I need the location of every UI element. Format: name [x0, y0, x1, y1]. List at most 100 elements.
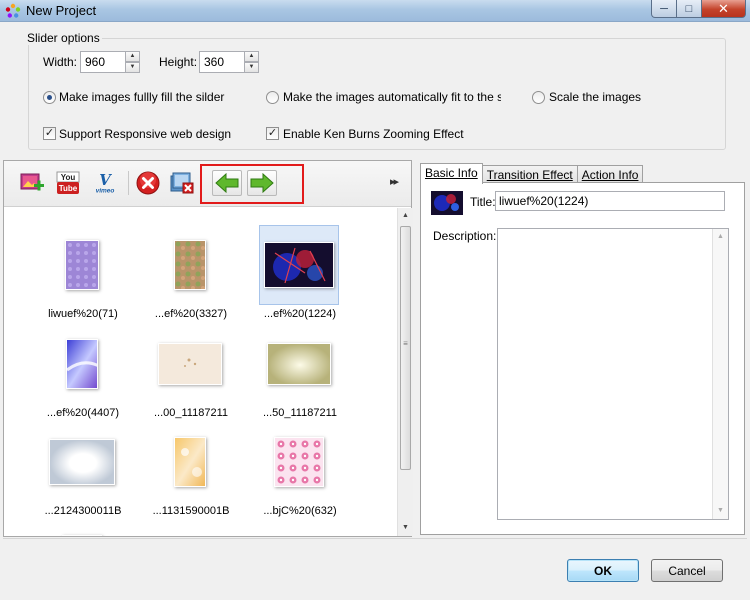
fill-radio-label[interactable]: Make images fullly fill the silder [59, 90, 224, 104]
title-label: Title: [470, 195, 496, 209]
width-up-arrow-icon[interactable]: ▲ [125, 51, 140, 62]
maximize-button[interactable]: □ [677, 0, 702, 18]
thumbnail-image [49, 439, 115, 485]
thumbnail-item[interactable]: ...50_11187211 [259, 324, 341, 419]
height-spinner[interactable]: ▲ ▼ [199, 51, 259, 73]
thumbnail-item-partial[interactable] [42, 520, 124, 536]
tab-action-info-label: Action Info [581, 168, 639, 182]
thumbnail-item[interactable]: ...00_11187211 [150, 324, 232, 419]
title-field[interactable] [495, 191, 725, 211]
thumbnail-item[interactable]: ...ef%20(3327) [150, 225, 232, 320]
scroll-down-icon[interactable]: ▼ [398, 520, 413, 536]
title-bar: New Project ─ □ ✕ [0, 0, 750, 22]
thumbnail-item[interactable]: liwuef%20(71) [42, 225, 124, 320]
height-up-arrow-icon[interactable]: ▲ [244, 51, 259, 62]
fit-radio-label[interactable]: Make the images automatically fit to the… [283, 90, 501, 104]
thumbnail-image [65, 240, 99, 290]
toolbar-more-icon[interactable]: ▸▸ [390, 175, 399, 188]
delete-icon [136, 171, 160, 195]
thumbnail-item[interactable]: ...2124300011B [42, 422, 124, 517]
kenburns-checkbox-label[interactable]: Enable Ken Burns Zooming Effect [283, 127, 464, 141]
delete-button[interactable] [135, 170, 161, 196]
responsive-checkbox[interactable]: ✓ [43, 127, 56, 140]
thumbnail-image [174, 240, 206, 290]
remove-all-icon [170, 172, 194, 194]
move-left-button[interactable] [212, 170, 242, 196]
thumbnail-item[interactable]: ...bjC%20(632) [259, 422, 341, 517]
scale-radio-label[interactable]: Scale the images [549, 90, 641, 104]
minimize-button[interactable]: ─ [651, 0, 677, 18]
youtube-icon: You Tube [56, 171, 80, 194]
description-label: Description: [433, 229, 497, 243]
cancel-button[interactable]: Cancel [651, 559, 723, 582]
vimeo-word-text: vimeo [96, 187, 115, 194]
tab-basic-info-label: Basic Info [425, 166, 478, 180]
width-input[interactable] [81, 52, 125, 72]
width-down-arrow-icon[interactable]: ▼ [125, 62, 140, 73]
basic-info-panel: Title: Description: ▲ ▼ [420, 182, 745, 535]
scroll-up-icon[interactable]: ▲ [398, 208, 413, 224]
add-youtube-button[interactable]: You Tube [55, 170, 81, 196]
scrollbar-thumb[interactable]: ≡ [400, 226, 411, 470]
thumbnail-image [264, 242, 334, 288]
height-input[interactable] [200, 52, 244, 72]
thumbnail-image [274, 437, 324, 487]
thumbnail-label: ...ef%20(4407) [46, 407, 120, 419]
tab-transition-effect-label: Transition Effect [486, 168, 573, 182]
dialog-footer: OK Cancel [3, 538, 747, 597]
height-down-arrow-icon[interactable]: ▼ [244, 62, 259, 73]
fit-radio[interactable] [266, 91, 279, 104]
thumbnail-item[interactable]: ...1131590001B [150, 422, 232, 517]
vimeo-v-text: V [99, 171, 112, 189]
thumbnail-item[interactable]: ...ef%20(4407) [42, 324, 124, 419]
slider-options-legend: Slider options [25, 31, 102, 45]
remove-all-button[interactable] [169, 170, 195, 196]
thumbnail-image [267, 343, 331, 385]
thumbnail-image [158, 343, 222, 385]
scrollbar-grip-icon: ≡ [403, 339, 408, 348]
description-scrollbar[interactable]: ▲ ▼ [712, 229, 728, 519]
responsive-checkbox-label[interactable]: Support Responsive web design [59, 127, 231, 141]
thumbnail-grid: liwuef%20(71) ...ef%20(3327) ...ef%20(12… [4, 208, 397, 536]
desc-scroll-up-icon[interactable]: ▲ [713, 229, 728, 245]
app-logo-icon [5, 3, 21, 18]
thumbnail-image [66, 339, 98, 389]
scale-radio[interactable] [532, 91, 545, 104]
window-title: New Project [26, 3, 97, 18]
tab-basic-info[interactable]: Basic Info [420, 163, 483, 184]
add-image-icon [20, 173, 44, 191]
vimeo-icon: V vimeo [96, 171, 115, 194]
maximize-icon: □ [685, 2, 693, 15]
move-right-button[interactable] [247, 170, 277, 196]
close-button[interactable]: ✕ [702, 0, 746, 18]
kenburns-checkbox[interactable]: ✓ [266, 127, 279, 140]
move-left-icon [215, 173, 239, 193]
close-icon: ✕ [718, 0, 729, 16]
title-input[interactable] [496, 192, 724, 210]
toolbar-separator [128, 171, 129, 195]
thumbnail-item-selected[interactable]: ...ef%20(1224) [259, 225, 341, 320]
add-image-button[interactable] [19, 170, 45, 196]
width-label: Width: [43, 55, 78, 69]
image-list-pane: You Tube V vimeo ▸▸ liwuef%20(71) ...ef%… [3, 160, 413, 537]
move-right-icon [250, 173, 274, 193]
add-vimeo-button[interactable]: V vimeo [92, 170, 118, 196]
youtube-tube-text: Tube [59, 184, 78, 193]
thumbnail-scrollbar[interactable]: ▲ ≡ ▼ [397, 208, 413, 536]
desc-scroll-down-icon[interactable]: ▼ [713, 503, 728, 519]
ok-button[interactable]: OK [567, 559, 639, 582]
properties-tabs: Basic Info Transition Effect Action Info [420, 163, 644, 184]
height-label: Height: [159, 55, 198, 69]
fill-radio[interactable] [43, 91, 56, 104]
thumbnail-label: ...bjC%20(632) [263, 505, 337, 517]
thumbnail-label: ...00_11187211 [153, 407, 228, 419]
thumbnail-label: liwuef%20(71) [48, 308, 118, 320]
minimize-icon: ─ [660, 2, 668, 15]
width-spinner[interactable]: ▲ ▼ [80, 51, 140, 73]
selected-image-preview [431, 191, 463, 215]
description-textarea[interactable]: ▲ ▼ [497, 228, 729, 520]
thumbnail-label: ...1131590001B [152, 505, 230, 517]
thumbnail-image [62, 535, 102, 536]
thumbnail-label: ...ef%20(3327) [154, 308, 228, 320]
thumbnail-image [174, 437, 206, 487]
